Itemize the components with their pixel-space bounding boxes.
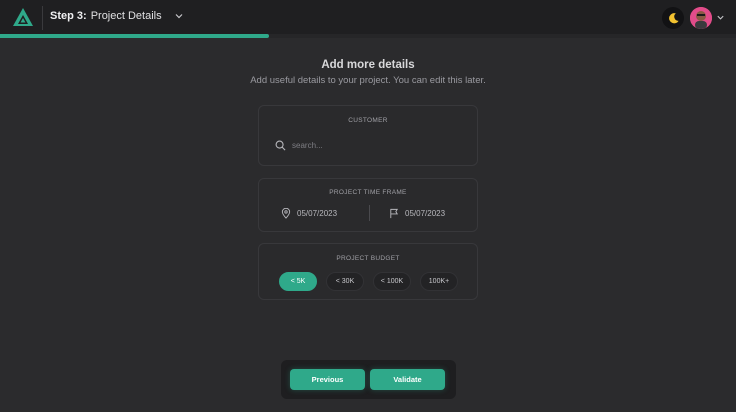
search-placeholder: search... [292, 141, 323, 150]
step-number: Step 3: [50, 10, 87, 22]
header-divider [42, 6, 43, 30]
search-icon [275, 140, 286, 151]
customer-title: CUSTOMER [348, 117, 388, 124]
end-date-field[interactable]: 05/07/2023 [389, 208, 445, 219]
budget-option-100k-plus[interactable]: 100K+ [420, 272, 458, 291]
triangle-logo-icon[interactable] [12, 7, 34, 27]
progress-bar [0, 34, 270, 38]
chevron-down-icon [175, 14, 183, 19]
flag-icon [390, 208, 399, 219]
customer-search-input[interactable]: search... [275, 140, 323, 151]
date-separator [369, 205, 370, 221]
budget-card: PROJECT BUDGET < 5K < 30K < 100K 100K+ [258, 243, 478, 300]
budget-option-100k[interactable]: < 100K [373, 272, 411, 291]
customer-card: CUSTOMER search... [258, 105, 478, 166]
location-pin-icon [281, 208, 291, 219]
end-date: 05/07/2023 [405, 209, 446, 218]
budget-title: PROJECT BUDGET [336, 255, 400, 262]
validate-button[interactable]: Validate [370, 369, 445, 390]
theme-toggle-button[interactable] [662, 7, 684, 29]
timeframe-title: PROJECT TIME FRAME [329, 189, 407, 196]
page-subtitle: Add useful details to your project. You … [250, 75, 486, 86]
timeframe-card: PROJECT TIME FRAME 05/07/2023 05/07/2023 [258, 178, 478, 232]
step-selector[interactable]: Step 3: Project Details [50, 10, 184, 22]
avatar[interactable] [690, 7, 712, 29]
chevron-down-icon[interactable] [716, 13, 725, 22]
footer-actions: Previous Validate [281, 360, 456, 399]
budget-option-30k[interactable]: < 30K [326, 272, 364, 291]
budget-option-5k[interactable]: < 5K [279, 272, 317, 291]
top-bar: Step 3: Project Details [0, 0, 736, 36]
page-title: Add more details [321, 59, 415, 71]
previous-button[interactable]: Previous [290, 369, 365, 390]
user-avatar-icon [690, 7, 712, 29]
moon-icon [668, 12, 679, 23]
start-date-field[interactable]: 05/07/2023 [281, 208, 337, 219]
start-date: 05/07/2023 [297, 209, 338, 218]
step-title: Project Details [90, 10, 162, 22]
